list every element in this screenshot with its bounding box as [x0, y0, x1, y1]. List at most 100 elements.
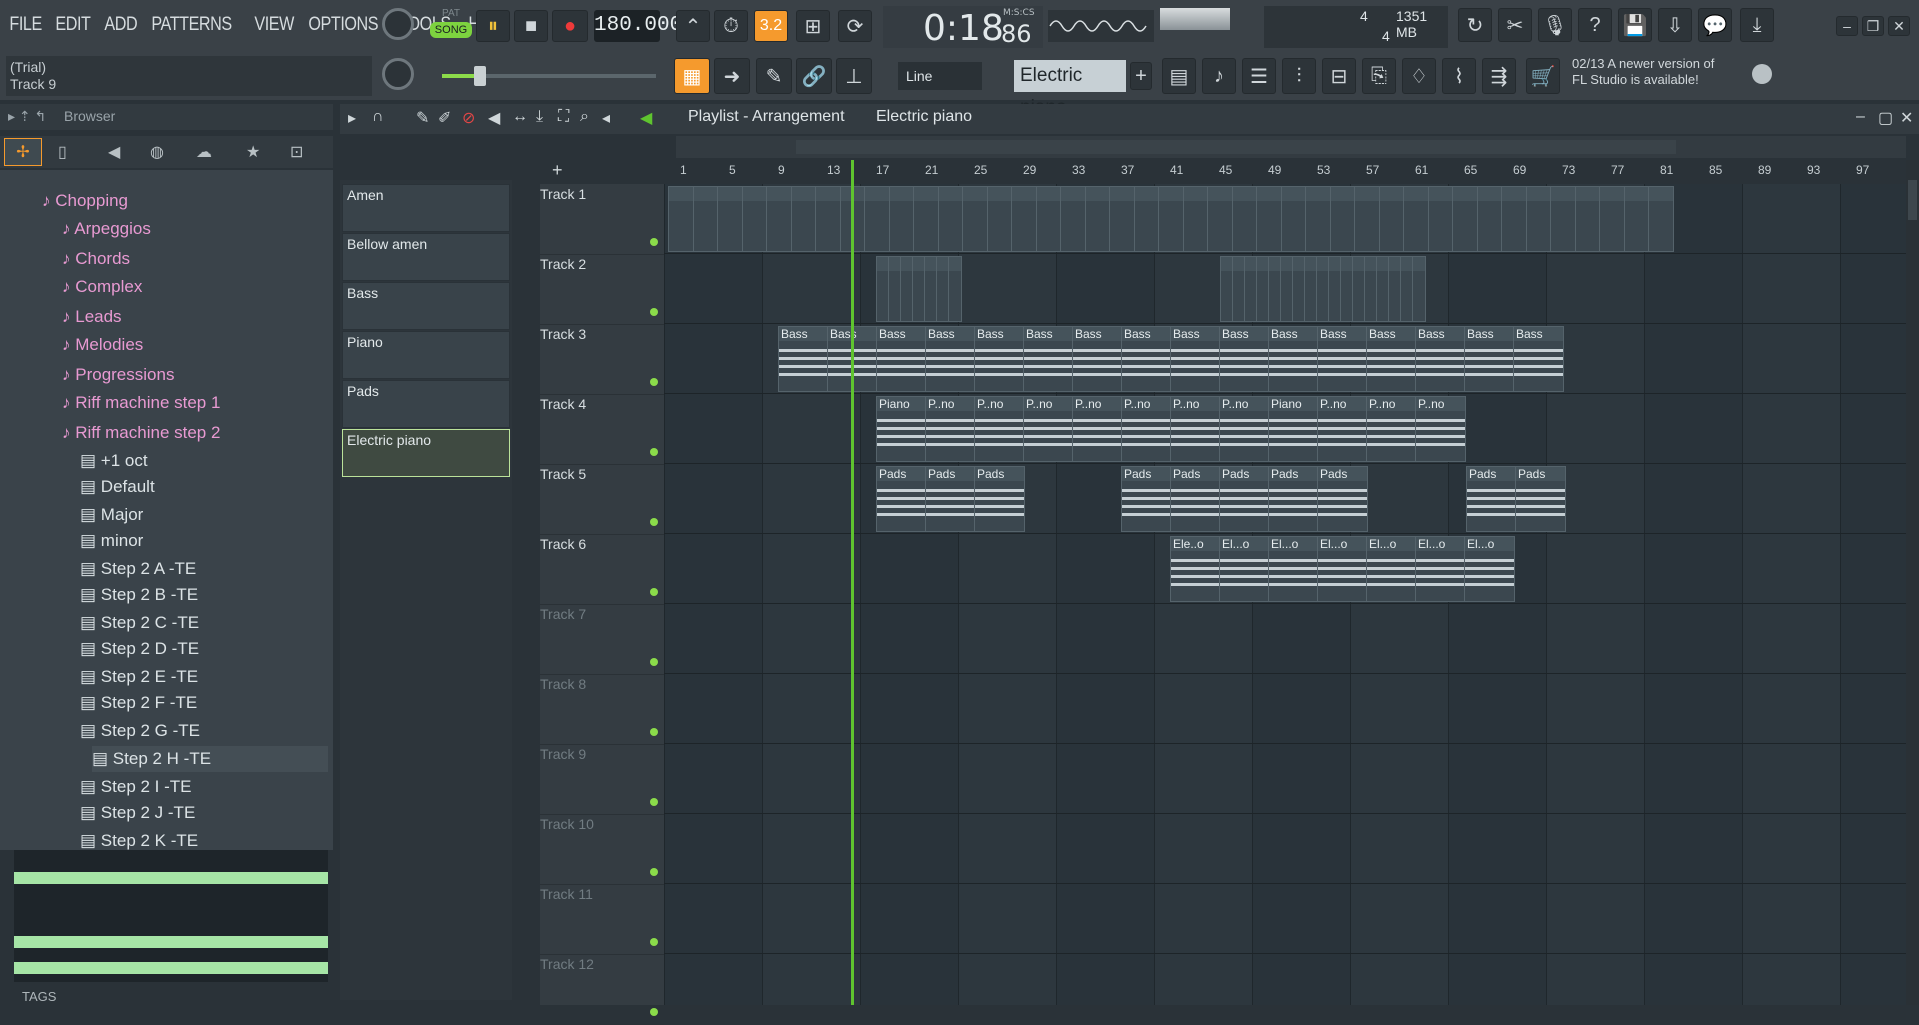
- arrow-icon[interactable]: ➜: [714, 58, 750, 94]
- pattern-bass[interactable]: Bass: [342, 282, 510, 330]
- restore-icon[interactable]: ❐: [1862, 16, 1884, 36]
- track-header[interactable]: Track 1: [540, 184, 664, 255]
- playlist-clip[interactable]: Bass: [876, 326, 927, 392]
- tree-file[interactable]: ▤ Step 2 A -TE: [80, 556, 196, 582]
- select-tool-icon[interactable]: ⛶: [558, 108, 569, 126]
- playlist-clip[interactable]: Pads: [1219, 466, 1270, 532]
- playlist-clip[interactable]: [1550, 186, 1576, 252]
- tree-file[interactable]: ▤ Step 2 D -TE: [80, 636, 199, 662]
- download-icon[interactable]: ⤓: [1740, 8, 1774, 42]
- plugin-picker-icon[interactable]: ⎘: [1362, 58, 1396, 94]
- playlist-clip[interactable]: Bass: [1170, 326, 1221, 392]
- playlist-clip[interactable]: [1207, 186, 1233, 252]
- plugin-icon[interactable]: ♢: [1402, 58, 1436, 94]
- playlist-maximize-icon[interactable]: ▢: [1878, 108, 1893, 128]
- playlist-clip[interactable]: [1158, 186, 1184, 252]
- tree-file[interactable]: ▤ Major: [80, 502, 143, 528]
- track-header[interactable]: Track 3: [540, 324, 664, 395]
- close-icon[interactable]: ✕: [1888, 16, 1910, 36]
- pat-song-toggle[interactable]: PAT SONG: [430, 8, 472, 46]
- playlist-clip[interactable]: P..no: [974, 396, 1025, 462]
- playlist-clip[interactable]: Piano: [876, 396, 927, 462]
- track-header[interactable]: Track 5: [540, 464, 664, 535]
- render-icon[interactable]: ⇩: [1658, 8, 1692, 42]
- track-header[interactable]: Track 12: [540, 954, 664, 1025]
- tree-file[interactable]: ▤ Step 2 E -TE: [80, 664, 198, 690]
- playlist-menu-icon[interactable]: ▸: [348, 108, 356, 128]
- speaker-icon[interactable]: ◀: [108, 142, 120, 162]
- track-header[interactable]: Track 7: [540, 604, 664, 675]
- playlist-clip[interactable]: [1182, 186, 1209, 252]
- playlist-clip[interactable]: Bass: [778, 326, 829, 392]
- playlist-clip[interactable]: [937, 186, 964, 252]
- help-icon[interactable]: ?: [1578, 8, 1612, 42]
- tree-file[interactable]: ▤ +1 oct: [80, 448, 148, 474]
- pattern-electric-piano[interactable]: Electric piano: [342, 429, 510, 477]
- playlist-clip[interactable]: [1452, 186, 1478, 252]
- record-button[interactable]: ●: [552, 10, 588, 42]
- playlist-clip[interactable]: [1011, 186, 1037, 252]
- track-mute-led[interactable]: [650, 518, 658, 526]
- piano-roll-icon[interactable]: ♪: [1202, 58, 1236, 94]
- tree-folder-chopping[interactable]: ♪ Chopping: [42, 188, 128, 214]
- paint-tool-icon[interactable]: ✐: [438, 108, 451, 128]
- playlist-clip[interactable]: Pads: [925, 466, 976, 532]
- playlist-clip[interactable]: El...o: [1219, 536, 1270, 602]
- playlist-clip[interactable]: [1109, 186, 1135, 252]
- playlist-close-icon[interactable]: ✕: [1900, 108, 1913, 128]
- playlist-clip[interactable]: [1305, 186, 1331, 252]
- playlist-clip[interactable]: P..no: [1121, 396, 1172, 462]
- playhead[interactable]: [851, 160, 854, 1005]
- horizontal-scroll[interactable]: [676, 136, 1906, 158]
- playlist-clip[interactable]: Piano: [1268, 396, 1319, 462]
- browser-nav-icon[interactable]: ▸ ⇡ ↰: [8, 108, 46, 125]
- playlist-clip[interactable]: [948, 256, 962, 322]
- track-header[interactable]: Track 6: [540, 534, 664, 605]
- microphone-icon[interactable]: 🎙: [1538, 8, 1572, 42]
- step-edit-icon[interactable]: ⊞: [796, 10, 830, 42]
- add-pattern-icon[interactable]: +: [1130, 62, 1152, 90]
- playlist-clip[interactable]: Bass: [1219, 326, 1270, 392]
- undo-icon[interactable]: ↻: [1458, 8, 1492, 42]
- menu-patterns[interactable]: PATTERNS: [148, 14, 235, 36]
- song-time-display[interactable]: 0:18 M:S:CS 86: [883, 6, 1043, 49]
- menu-add[interactable]: ADD: [101, 14, 141, 36]
- playlist-clip[interactable]: [1599, 186, 1625, 252]
- track-mute-led[interactable]: [650, 798, 658, 806]
- playlist-clip[interactable]: El...o: [1268, 536, 1319, 602]
- playlist-view-icon[interactable]: ▦: [674, 58, 710, 94]
- tree-file[interactable]: ▤ Step 2 B -TE: [80, 582, 198, 608]
- playlist-clip[interactable]: [1403, 186, 1429, 252]
- minimize-icon[interactable]: –: [1836, 16, 1858, 36]
- file-icon[interactable]: ▯: [58, 142, 67, 162]
- playlist-clip[interactable]: Bass: [1121, 326, 1172, 392]
- tree-item-leads[interactable]: ♪ Leads: [62, 304, 122, 330]
- browser-toggle-icon[interactable]: ⊟: [1322, 58, 1356, 94]
- playlist-clip[interactable]: [1525, 186, 1552, 252]
- playlist-clip[interactable]: Bass: [1415, 326, 1466, 392]
- playlist-clip[interactable]: [1501, 186, 1527, 252]
- tree-file[interactable]: ▤ Step 2 I -TE: [80, 774, 192, 800]
- playlist-clip[interactable]: El...o: [1415, 536, 1466, 602]
- playlist-clip[interactable]: Bass: [925, 326, 976, 392]
- track-mute-led[interactable]: [650, 448, 658, 456]
- playlist-clip[interactable]: [1256, 186, 1282, 252]
- touch-controller-icon[interactable]: ⌇: [1442, 58, 1476, 94]
- track-mute-led[interactable]: [650, 308, 658, 316]
- tree-item-arpeggios[interactable]: ♪ Arpeggios: [62, 216, 151, 242]
- new-folder-icon[interactable]: ⊡: [290, 142, 303, 162]
- master-volume-knob[interactable]: [382, 8, 414, 40]
- playlist-clip[interactable]: Bass: [1513, 326, 1564, 392]
- menu-edit[interactable]: EDIT: [52, 14, 94, 36]
- snap-selector[interactable]: Line: [898, 62, 982, 90]
- playlist-clip[interactable]: [790, 186, 817, 252]
- playlist-clip[interactable]: Pads: [1515, 466, 1566, 532]
- pencil-icon[interactable]: ✎: [756, 58, 792, 94]
- link-icon[interactable]: 🔗: [796, 58, 832, 94]
- playlist-clip[interactable]: Pads: [974, 466, 1025, 532]
- tree-file[interactable]: ▤ minor: [80, 528, 143, 554]
- playlist-clip[interactable]: [1412, 256, 1426, 322]
- playlist-clip[interactable]: [717, 186, 743, 252]
- mute-tool-icon[interactable]: ◀: [488, 108, 500, 128]
- playlist-clip[interactable]: P..no: [1023, 396, 1074, 462]
